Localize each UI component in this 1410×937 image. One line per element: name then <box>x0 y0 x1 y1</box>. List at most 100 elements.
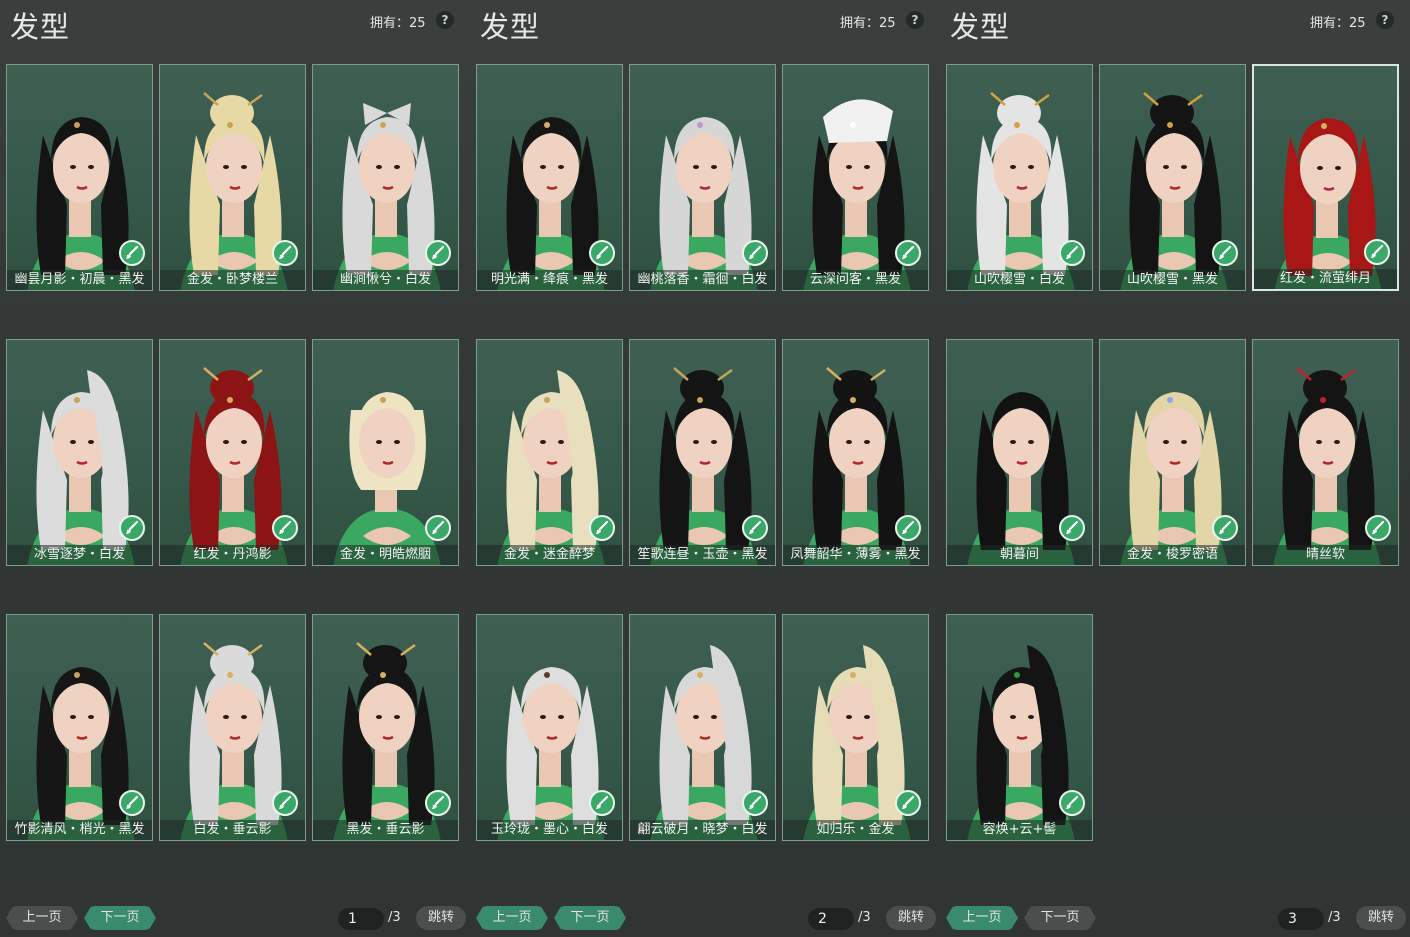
panel-title: 发型 <box>480 10 541 44</box>
hairstyle-name: 山吹樱雪・白发 <box>947 270 1092 290</box>
hairstyle-card[interactable]: 金发・卧梦楼兰 <box>159 64 306 291</box>
hairstyle-card[interactable]: 金发・梭罗密语 <box>1099 339 1246 566</box>
hairstyle-name: 笙歌连昼・玉壶・黑发 <box>630 545 775 565</box>
hairstyle-name: 凤舞韶华・薄雾・黑发 <box>783 545 928 565</box>
prev-page-button[interactable]: 上一页 <box>476 906 548 930</box>
hairstyle-name: 幽桃落香・霜徊・白发 <box>630 270 775 290</box>
hairstyle-card[interactable]: 笙歌连昼・玉壶・黑发 <box>629 339 776 566</box>
hairstyle-name: 红发・流萤绯月 <box>1254 269 1397 289</box>
help-icon[interactable]: ? <box>1376 11 1394 29</box>
hairstyle-card[interactable]: 山吹樱雪・白发 <box>946 64 1093 291</box>
hairstyle-card[interactable]: 翩云破月・晓梦・白发 <box>629 614 776 841</box>
hairstyle-name: 容焕+云+髻 <box>947 820 1092 840</box>
hairstyle-card[interactable]: 红发・流萤绯月 <box>1252 64 1399 291</box>
dye-brush-icon[interactable] <box>425 515 451 541</box>
hairstyle-card[interactable]: 黑发・垂云影 <box>312 614 459 841</box>
hairstyle-card[interactable]: 红发・丹鸿影 <box>159 339 306 566</box>
dye-brush-icon[interactable] <box>895 515 921 541</box>
dye-brush-icon[interactable] <box>895 790 921 816</box>
dye-brush-icon[interactable] <box>1059 790 1085 816</box>
dye-brush-icon[interactable] <box>1365 515 1391 541</box>
panel-title: 发型 <box>10 10 71 44</box>
page-number-input[interactable]: 2 <box>808 908 854 930</box>
hairstyle-card[interactable]: 冰雪逐梦・白发 <box>6 339 153 566</box>
hairstyle-card[interactable]: 山吹樱雪・黑发 <box>1099 64 1246 291</box>
help-icon[interactable]: ? <box>436 11 454 29</box>
hairstyle-name: 幽涧愀兮・白发 <box>313 270 458 290</box>
hairstyle-card[interactable]: 容焕+云+髻 <box>946 614 1093 841</box>
dye-brush-icon[interactable] <box>272 240 298 266</box>
hairstyle-name: 金发・梭罗密语 <box>1100 545 1245 565</box>
dye-brush-icon[interactable] <box>1212 515 1238 541</box>
hairstyle-card[interactable]: 幽涧愀兮・白发 <box>312 64 459 291</box>
panel-title: 发型 <box>950 10 1011 44</box>
hairstyle-card[interactable]: 朝暮间 <box>946 339 1093 566</box>
hairstyle-panel: 发型 拥有：25 ? 山吹樱雪・白发 山吹樱雪・黑发 红发・流萤绯月 朝暮间 金… <box>940 0 1410 937</box>
hairstyle-name: 明光满・绛痕・黑发 <box>477 270 622 290</box>
hairstyle-name: 冰雪逐梦・白发 <box>7 545 152 565</box>
dye-brush-icon[interactable] <box>1212 240 1238 266</box>
dye-brush-icon[interactable] <box>742 240 768 266</box>
hairstyle-name: 幽昙月影・初晨・黑发 <box>7 270 152 290</box>
prev-page-button[interactable]: 上一页 <box>946 906 1018 930</box>
dye-brush-icon[interactable] <box>119 790 145 816</box>
dye-brush-icon[interactable] <box>742 515 768 541</box>
hairstyle-panel: 发型 拥有：25 ? 明光满・绛痕・黑发 幽桃落香・霜徊・白发 云深问客・黑发 … <box>470 0 940 937</box>
hairstyle-name: 玉玲珑・墨心・白发 <box>477 820 622 840</box>
hairstyle-card[interactable]: 幽昙月影・初晨・黑发 <box>6 64 153 291</box>
owned-count: 拥有：25 <box>840 16 896 31</box>
hairstyle-name: 金发・明皓燃胭 <box>313 545 458 565</box>
jump-button[interactable]: 跳转 <box>1356 906 1406 930</box>
page-total: /3 <box>1328 910 1341 925</box>
hairstyle-card[interactable]: 玉玲珑・墨心・白发 <box>476 614 623 841</box>
dye-brush-icon[interactable] <box>895 240 921 266</box>
jump-button[interactable]: 跳转 <box>886 906 936 930</box>
hairstyle-name: 云深问客・黑发 <box>783 270 928 290</box>
hairstyle-card[interactable]: 幽桃落香・霜徊・白发 <box>629 64 776 291</box>
page-number-input[interactable]: 3 <box>1278 908 1324 930</box>
hairstyle-panel: 发型 拥有：25 ? 幽昙月影・初晨・黑发 金发・卧梦楼兰 幽涧愀兮・白发 冰雪… <box>0 0 470 937</box>
hairstyle-card[interactable]: 明光满・绛痕・黑发 <box>476 64 623 291</box>
hairstyle-name: 竹影清风・梢光・黑发 <box>7 820 152 840</box>
hairstyle-name: 朝暮间 <box>947 545 1092 565</box>
hairstyle-card[interactable]: 金发・迷金醉梦 <box>476 339 623 566</box>
hairstyle-card[interactable]: 凤舞韶华・薄雾・黑发 <box>782 339 929 566</box>
hairstyle-name: 金发・迷金醉梦 <box>477 545 622 565</box>
dye-brush-icon[interactable] <box>742 790 768 816</box>
hairstyle-card[interactable]: 金发・明皓燃胭 <box>312 339 459 566</box>
hairstyle-name: 山吹樱雪・黑发 <box>1100 270 1245 290</box>
dye-brush-icon[interactable] <box>272 790 298 816</box>
hairstyle-card[interactable]: 竹影清风・梢光・黑发 <box>6 614 153 841</box>
owned-count: 拥有：25 <box>1310 16 1366 31</box>
next-page-button[interactable]: 下一页 <box>1024 906 1096 930</box>
hairstyle-card[interactable]: 晴丝软 <box>1252 339 1399 566</box>
hairstyle-card[interactable]: 如归乐・金发 <box>782 614 929 841</box>
hairstyle-name: 翩云破月・晓梦・白发 <box>630 820 775 840</box>
dye-brush-icon[interactable] <box>425 240 451 266</box>
hairstyle-card[interactable]: 白发・垂云影 <box>159 614 306 841</box>
dye-brush-icon[interactable] <box>1059 240 1085 266</box>
dye-brush-icon[interactable] <box>1364 239 1390 265</box>
owned-count: 拥有：25 <box>370 16 426 31</box>
page-number-input[interactable]: 1 <box>338 908 384 930</box>
jump-button[interactable]: 跳转 <box>416 906 466 930</box>
page-total: /3 <box>388 910 401 925</box>
hairstyle-card[interactable]: 云深问客・黑发 <box>782 64 929 291</box>
hairstyle-name: 如归乐・金发 <box>783 820 928 840</box>
prev-page-button[interactable]: 上一页 <box>6 906 78 930</box>
dye-brush-icon[interactable] <box>272 515 298 541</box>
page-total: /3 <box>858 910 871 925</box>
help-icon[interactable]: ? <box>906 11 924 29</box>
next-page-button[interactable]: 下一页 <box>84 906 156 930</box>
dye-brush-icon[interactable] <box>425 790 451 816</box>
dye-brush-icon[interactable] <box>589 515 615 541</box>
dye-brush-icon[interactable] <box>589 240 615 266</box>
dye-brush-icon[interactable] <box>589 790 615 816</box>
dye-brush-icon[interactable] <box>1059 515 1085 541</box>
dye-brush-icon[interactable] <box>119 240 145 266</box>
hairstyle-name: 红发・丹鸿影 <box>160 545 305 565</box>
dye-brush-icon[interactable] <box>119 515 145 541</box>
next-page-button[interactable]: 下一页 <box>554 906 626 930</box>
hairstyle-name: 晴丝软 <box>1253 545 1398 565</box>
hairstyle-name: 金发・卧梦楼兰 <box>160 270 305 290</box>
